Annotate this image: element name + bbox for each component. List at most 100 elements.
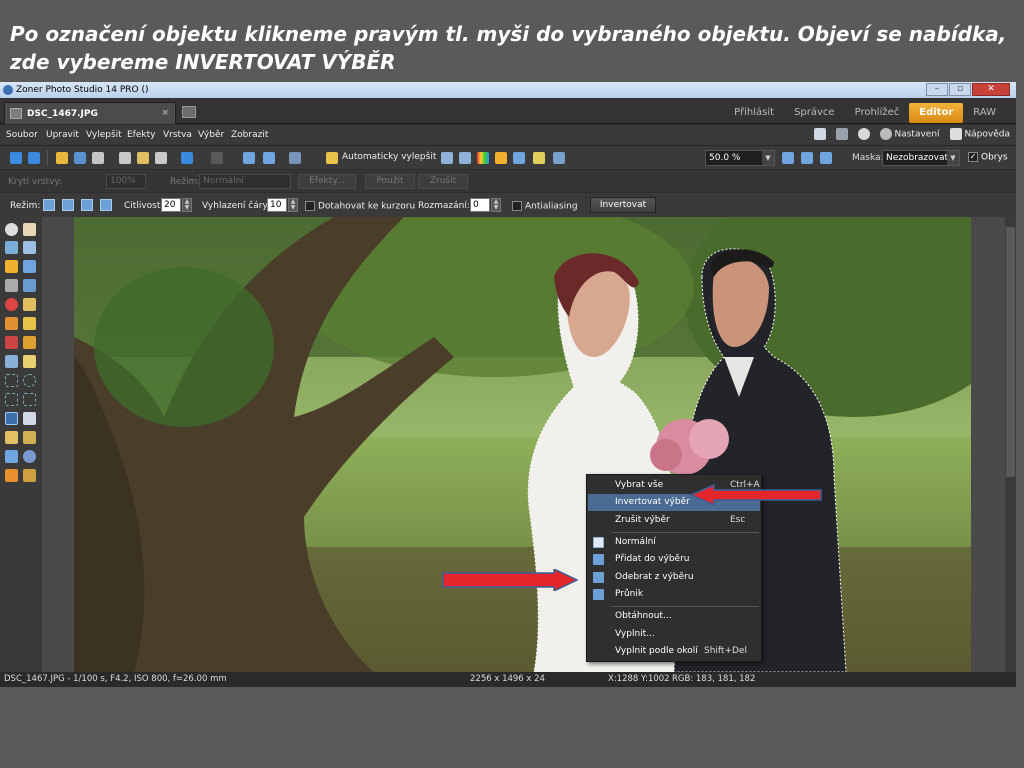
mode-editor[interactable]: Editor [909, 103, 964, 123]
shape-tool-icon[interactable] [23, 450, 36, 463]
menu-item-add[interactable]: Přidat do výběru [588, 551, 760, 568]
magic-wand-tool-icon[interactable] [23, 412, 36, 425]
healing-tool-icon[interactable] [5, 336, 18, 349]
mode-intersect-icon[interactable] [100, 199, 112, 211]
crop-tool-icon[interactable] [5, 241, 18, 254]
menu-vrstva[interactable]: Vrstva [163, 130, 192, 140]
menu-zobrazit[interactable]: Zobrazit [231, 130, 268, 140]
vertical-scrollbar[interactable] [1005, 217, 1016, 672]
menu-item-stroke[interactable]: Obtáhnout... [588, 608, 760, 625]
redo-icon[interactable] [211, 152, 223, 164]
menu-item-subtract[interactable]: Odebrat z výběru [588, 569, 760, 586]
red-eye-icon[interactable] [495, 152, 507, 164]
wedding-photo[interactable] [74, 217, 971, 672]
menu-item-fill[interactable]: Vyplnit... [588, 626, 760, 643]
save-icon[interactable] [74, 152, 86, 164]
share-icon[interactable] [553, 152, 565, 164]
mode-manager[interactable]: Správce [784, 103, 845, 123]
eraser-tool-icon[interactable] [23, 355, 36, 368]
actual-size-icon[interactable] [801, 152, 813, 164]
edit-icon[interactable] [533, 152, 545, 164]
watermark-tool-icon[interactable] [5, 469, 18, 482]
user-icon[interactable] [857, 128, 870, 140]
mode-add-icon[interactable] [62, 199, 74, 211]
fit-icon[interactable] [782, 152, 794, 164]
red-eye-tool-icon[interactable] [5, 298, 18, 311]
mode-viewer[interactable]: Prohlížeč [845, 103, 910, 123]
stamp-tool-icon[interactable] [5, 317, 18, 330]
copy-icon[interactable] [119, 152, 131, 164]
straighten-tool-icon[interactable] [23, 241, 36, 254]
new-tab-icon[interactable] [182, 106, 196, 118]
pencil-tool-icon[interactable] [5, 431, 18, 444]
frame-tool-icon[interactable] [23, 260, 36, 273]
mode-raw[interactable]: RAW [963, 103, 1006, 123]
smoothing-input[interactable]: 10 [267, 198, 287, 212]
maximize-button[interactable]: ▫ [949, 83, 971, 96]
fill-tool-icon[interactable] [5, 355, 18, 368]
menu-item-normal[interactable]: Normální [588, 534, 760, 551]
menu-soubor[interactable]: Soubor [6, 130, 38, 140]
rect-select-tool-icon[interactable] [5, 374, 18, 387]
menu-efekty[interactable]: Efekty [127, 130, 155, 140]
menu-vylepsit[interactable]: Vylepšit [86, 130, 122, 140]
menu-vyber[interactable]: Výběr [198, 130, 224, 140]
resize-tool-icon[interactable] [23, 279, 36, 292]
canvas-area[interactable] [42, 217, 1005, 672]
open-icon[interactable] [56, 152, 68, 164]
color-icon[interactable] [477, 152, 489, 164]
resize-icon[interactable] [263, 152, 275, 164]
forward-icon[interactable] [28, 152, 40, 164]
menu-item-content-aware-fill[interactable]: Vyplnit podle okolí Shift+Del [588, 643, 760, 660]
effects-button[interactable]: Efekty... [298, 174, 356, 189]
mode-subtract-icon[interactable] [81, 199, 93, 211]
straighten-icon[interactable] [289, 152, 301, 164]
zoom-tool-icon[interactable] [5, 223, 18, 236]
poly-lasso-tool-icon[interactable] [23, 393, 36, 406]
scrollbar-thumb[interactable] [1006, 227, 1015, 477]
levels-tool-icon[interactable] [5, 260, 18, 273]
curves-icon[interactable] [459, 152, 471, 164]
snap-checkbox[interactable]: Dotahovat ke kurzoru [305, 201, 415, 212]
back-icon[interactable] [10, 152, 22, 164]
opacity-input[interactable]: 100% [106, 174, 146, 189]
auto-enhance-button[interactable]: Automaticky vylepšit [342, 152, 436, 162]
monitor-icon[interactable] [813, 128, 826, 140]
apply-button[interactable]: Použít [365, 174, 415, 189]
menu-item-intersect[interactable]: Průnik [588, 586, 760, 603]
text-tool-icon[interactable] [5, 450, 18, 463]
blend-mode-select[interactable]: Normální [199, 174, 291, 189]
magnetic-lasso-tool-icon[interactable] [5, 412, 18, 425]
help-link[interactable]: Nápověda [949, 128, 1010, 140]
hand-tool-icon[interactable] [23, 223, 36, 236]
sharpen-icon[interactable] [513, 152, 525, 164]
zoom-select[interactable]: 50.0 % ▼ [705, 150, 775, 166]
sensitivity-stepper[interactable]: ▲ ▼ [182, 198, 192, 212]
antialias-checkbox[interactable]: Antialiasing [512, 201, 578, 212]
paste-new-icon[interactable] [155, 152, 167, 164]
mask-select[interactable]: Nezobrazovat ▼ [882, 150, 960, 166]
undo-icon[interactable] [181, 152, 193, 164]
crop-icon[interactable] [243, 152, 255, 164]
levels-icon[interactable] [441, 152, 453, 164]
menu-item-deselect[interactable]: Zrušit výběr Esc [588, 512, 760, 529]
mode-login[interactable]: Přihlásit [724, 103, 784, 123]
lasso-tool-icon[interactable] [5, 393, 18, 406]
menu-upravit[interactable]: Upravit [46, 130, 79, 140]
settings-link[interactable]: Nastavení [879, 128, 940, 140]
selection-brush-tool-icon[interactable] [23, 431, 36, 444]
blur-input[interactable]: 0 [470, 198, 490, 212]
retouch-tool-icon[interactable] [23, 317, 36, 330]
invert-button[interactable]: Invertovat [590, 197, 656, 213]
tab-close-icon[interactable]: × [161, 108, 169, 118]
document-tab[interactable]: DSC_1467.JPG × [4, 102, 176, 124]
picture-tool-icon[interactable] [23, 469, 36, 482]
sensitivity-input[interactable]: 20 [161, 198, 181, 212]
smoothing-stepper[interactable]: ▲ ▼ [288, 198, 298, 212]
print-icon[interactable] [92, 152, 104, 164]
blur-stepper[interactable]: ▲ ▼ [491, 198, 501, 212]
close-button[interactable]: ✕ [972, 83, 1010, 96]
minimize-button[interactable]: – [926, 83, 948, 96]
outline-checkbox[interactable]: ✓ Obrys [968, 152, 1008, 163]
panel-icon[interactable] [835, 128, 848, 140]
